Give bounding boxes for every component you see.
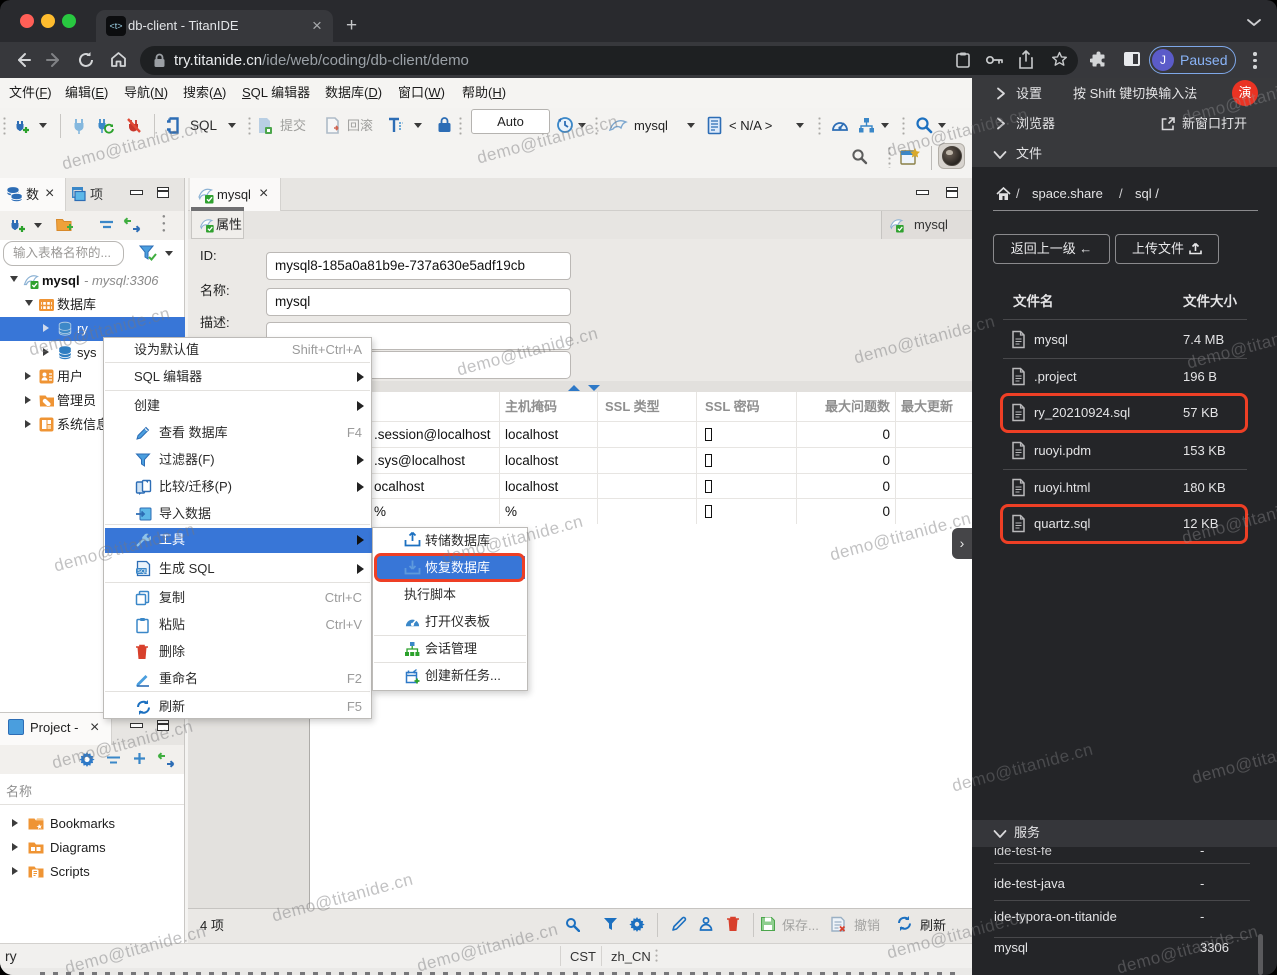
svg-text:SQL: SQL [137,569,148,575]
